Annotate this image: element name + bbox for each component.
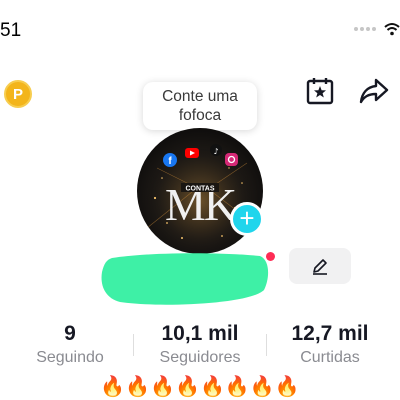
calendar-star-icon[interactable] <box>304 75 336 107</box>
stat-followers-label: Seguidores <box>159 349 241 366</box>
wifi-icon <box>384 23 400 36</box>
stat-likes-value: 12,7 mil <box>291 322 369 345</box>
stat-divider <box>266 334 267 356</box>
profile-stats: 9 Seguindo 10,1 mil Seguidores 12,7 mil … <box>0 322 400 366</box>
share-arrow-icon[interactable] <box>358 75 390 107</box>
notification-dot <box>266 252 275 261</box>
avatar-logo-caption: CONTAS <box>185 186 214 193</box>
add-story-button[interactable]: + <box>230 202 264 236</box>
stat-following[interactable]: 9 Seguindo <box>20 322 120 368</box>
pencil-icon <box>313 259 327 275</box>
coin-icon[interactable]: P <box>4 80 32 108</box>
signal-icon <box>354 27 376 31</box>
stat-following-label: Seguindo <box>36 349 104 366</box>
note-bubble[interactable]: Conte uma fofoca <box>143 82 257 140</box>
status-indicators <box>354 22 400 36</box>
svg-text:♪: ♪ <box>213 147 218 156</box>
stat-likes-label: Curtidas <box>300 349 360 366</box>
edit-profile-button[interactable] <box>289 248 351 284</box>
status-time: 51 <box>0 20 22 41</box>
bio-text: 🔥🔥🔥🔥🔥🔥🔥🔥 <box>100 374 300 398</box>
stat-following-value: 9 <box>64 322 76 345</box>
stat-followers[interactable]: 10,1 mil Seguidores <box>140 322 260 368</box>
stat-followers-value: 10,1 mil <box>161 322 239 345</box>
stat-divider <box>133 334 134 356</box>
stat-likes[interactable]: 12,7 mil Curtidas <box>280 322 380 368</box>
note-bubble-text: Conte uma fofoca <box>162 88 238 124</box>
header-actions <box>304 75 390 107</box>
redacted-username <box>101 253 269 305</box>
